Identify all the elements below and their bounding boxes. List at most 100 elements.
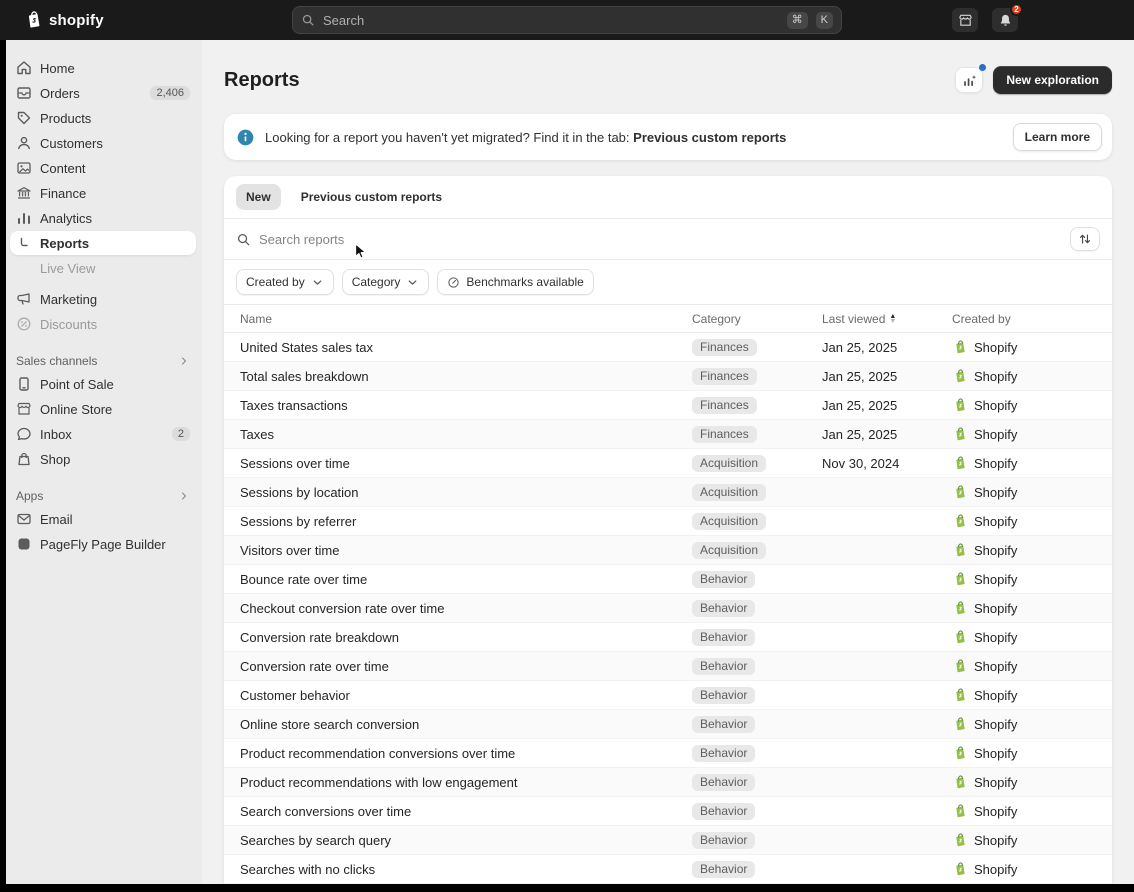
sidebar-section-heading[interactable]: Sales channels [10,350,196,372]
table-row[interactable]: Conversion rate over time Behavior Shopi… [224,652,1112,681]
table-row[interactable]: Checkout conversion rate over time Behav… [224,594,1112,623]
filter-created-by[interactable]: Created by [236,269,334,295]
report-name[interactable]: Taxes [240,427,692,442]
table-row[interactable]: United States sales tax Finances Jan 25,… [224,333,1112,362]
category-badge: Behavior [692,774,755,791]
sidebar-item-pagefly[interactable]: PageFly Page Builder [10,532,196,556]
header-actions: New exploration [955,66,1112,94]
report-name[interactable]: Customer behavior [240,688,692,703]
table-row[interactable]: Sessions by location Acquisition Shopify [224,478,1112,507]
report-name[interactable]: Sessions by referrer [240,514,692,529]
filter-category[interactable]: Category [342,269,430,295]
shortcut-cmd-key: ⌘ [787,12,808,29]
created-by-label: Shopify [974,456,1017,471]
sidebar-item-email[interactable]: Email [10,507,196,531]
reports-search-input[interactable] [259,232,1062,247]
report-name[interactable]: Conversion rate breakdown [240,630,692,645]
report-name[interactable]: United States sales tax [240,340,692,355]
report-name[interactable]: Total sales breakdown [240,369,692,384]
report-name[interactable]: Searches with no clicks [240,862,692,877]
filter-benchmarks[interactable]: Benchmarks available [437,269,593,295]
table-header: Name Category Last viewed ▲▼ Created by [224,305,1112,333]
sidebar-item-label: Content [40,161,190,176]
table-row[interactable]: Searches by search query Behavior Shopif… [224,826,1112,855]
sidebar-item-inbox[interactable]: Inbox2 [10,422,196,446]
report-name[interactable]: Visitors over time [240,543,692,558]
shopify-logo[interactable]: shopify [24,0,104,40]
report-name[interactable]: Product recommendations with low engagem… [240,775,692,790]
page-title: Reports [224,69,300,92]
tab-new[interactable]: New [236,184,281,210]
new-exploration-button[interactable]: New exploration [993,66,1112,94]
sidebar-item-marketing[interactable]: Marketing [10,287,196,311]
table-row[interactable]: Searches with no clicks Behavior Shopify [224,855,1112,884]
table-row[interactable]: Product recommendations with low engagem… [224,768,1112,797]
sidebar-item-home[interactable]: Home [10,56,196,80]
sidebar-item-label: Email [40,512,190,527]
shopify-logo-icon [952,484,968,500]
sidebar-item-label: Inbox [40,427,164,442]
tab-previous-custom-reports[interactable]: Previous custom reports [291,184,452,210]
chevron-down-icon [311,276,324,289]
sidebar-item-shop[interactable]: Shop [10,447,196,471]
table-row[interactable]: Sessions over time Acquisition Nov 30, 2… [224,449,1112,478]
table-row[interactable]: Product recommendation conversions over … [224,739,1112,768]
category-badge: Behavior [692,803,755,820]
report-name[interactable]: Searches by search query [240,833,692,848]
table-row[interactable]: Taxes Finances Jan 25, 2025 Shopify [224,420,1112,449]
sidebar-item-finance[interactable]: Finance [10,181,196,205]
sort-button[interactable] [1070,227,1100,251]
shopify-logo-icon [952,774,968,790]
report-name[interactable]: Bounce rate over time [240,572,692,587]
shopify-logo-icon [952,426,968,442]
column-header-name[interactable]: Name [240,312,692,326]
sidebar-item-discounts[interactable]: Discounts [10,312,196,336]
sidebar-item-reports[interactable]: Reports [10,231,196,255]
table-row[interactable]: Total sales breakdown Finances Jan 25, 2… [224,362,1112,391]
report-name[interactable]: Taxes transactions [240,398,692,413]
sidebar-item-point-of-sale[interactable]: Point of Sale [10,372,196,396]
table-row[interactable]: Search conversions over time Behavior Sh… [224,797,1112,826]
column-header-created-by[interactable]: Created by [952,312,1096,326]
sidebar-item-content[interactable]: Content [10,156,196,180]
sidebar-section-heading[interactable]: Apps [10,485,196,507]
sidebar-item-orders[interactable]: Orders2,406 [10,81,196,105]
report-name[interactable]: Sessions by location [240,485,692,500]
sidebar-item-label: Reports [40,236,190,251]
sidebar-section: MarketingDiscounts [10,287,196,336]
store-menu-button[interactable] [952,8,978,32]
sidebar-item-products[interactable]: Products [10,106,196,130]
sidebar-item-analytics[interactable]: Analytics [10,206,196,230]
sidebar-item-online-store[interactable]: Online Store [10,397,196,421]
table-row[interactable]: Online store search conversion Behavior … [224,710,1112,739]
table-row[interactable]: Sessions by referrer Acquisition Shopify [224,507,1112,536]
chevron-down-icon [406,276,419,289]
report-name[interactable]: Sessions over time [240,456,692,471]
learn-more-button[interactable]: Learn more [1013,123,1102,151]
column-header-category[interactable]: Category [692,312,822,326]
home-icon [16,60,32,76]
report-name[interactable]: Online store search conversion [240,717,692,732]
report-name[interactable]: Search conversions over time [240,804,692,819]
table-row[interactable]: Visitors over time Acquisition Shopify [224,536,1112,565]
table-row[interactable]: Conversion rate breakdown Behavior Shopi… [224,623,1112,652]
global-search-input[interactable] [323,13,779,28]
sort-arrows-icon [1078,232,1092,246]
sidebar-item-live-view[interactable]: Live View [10,256,196,280]
sidebar-item-label: Online Store [40,402,190,417]
sidebar-item-customers[interactable]: Customers [10,131,196,155]
notifications-button[interactable]: 2 [992,8,1018,32]
sidebar-item-label: Products [40,111,190,126]
report-name[interactable]: Product recommendation conversions over … [240,746,692,761]
chevron-right-icon [178,355,190,367]
table-body: United States sales tax Finances Jan 25,… [224,333,1112,892]
last-viewed: Nov 30, 2024 [822,456,952,471]
table-row[interactable]: Customer behavior Behavior Shopify [224,681,1112,710]
report-name[interactable]: Checkout conversion rate over time [240,601,692,616]
column-header-last-viewed[interactable]: Last viewed ▲▼ [822,312,952,326]
exploration-icon-button[interactable] [955,67,983,93]
table-row[interactable]: Bounce rate over time Behavior Shopify [224,565,1112,594]
global-search[interactable]: ⌘ K [292,6,842,34]
report-name[interactable]: Conversion rate over time [240,659,692,674]
table-row[interactable]: Taxes transactions Finances Jan 25, 2025… [224,391,1112,420]
